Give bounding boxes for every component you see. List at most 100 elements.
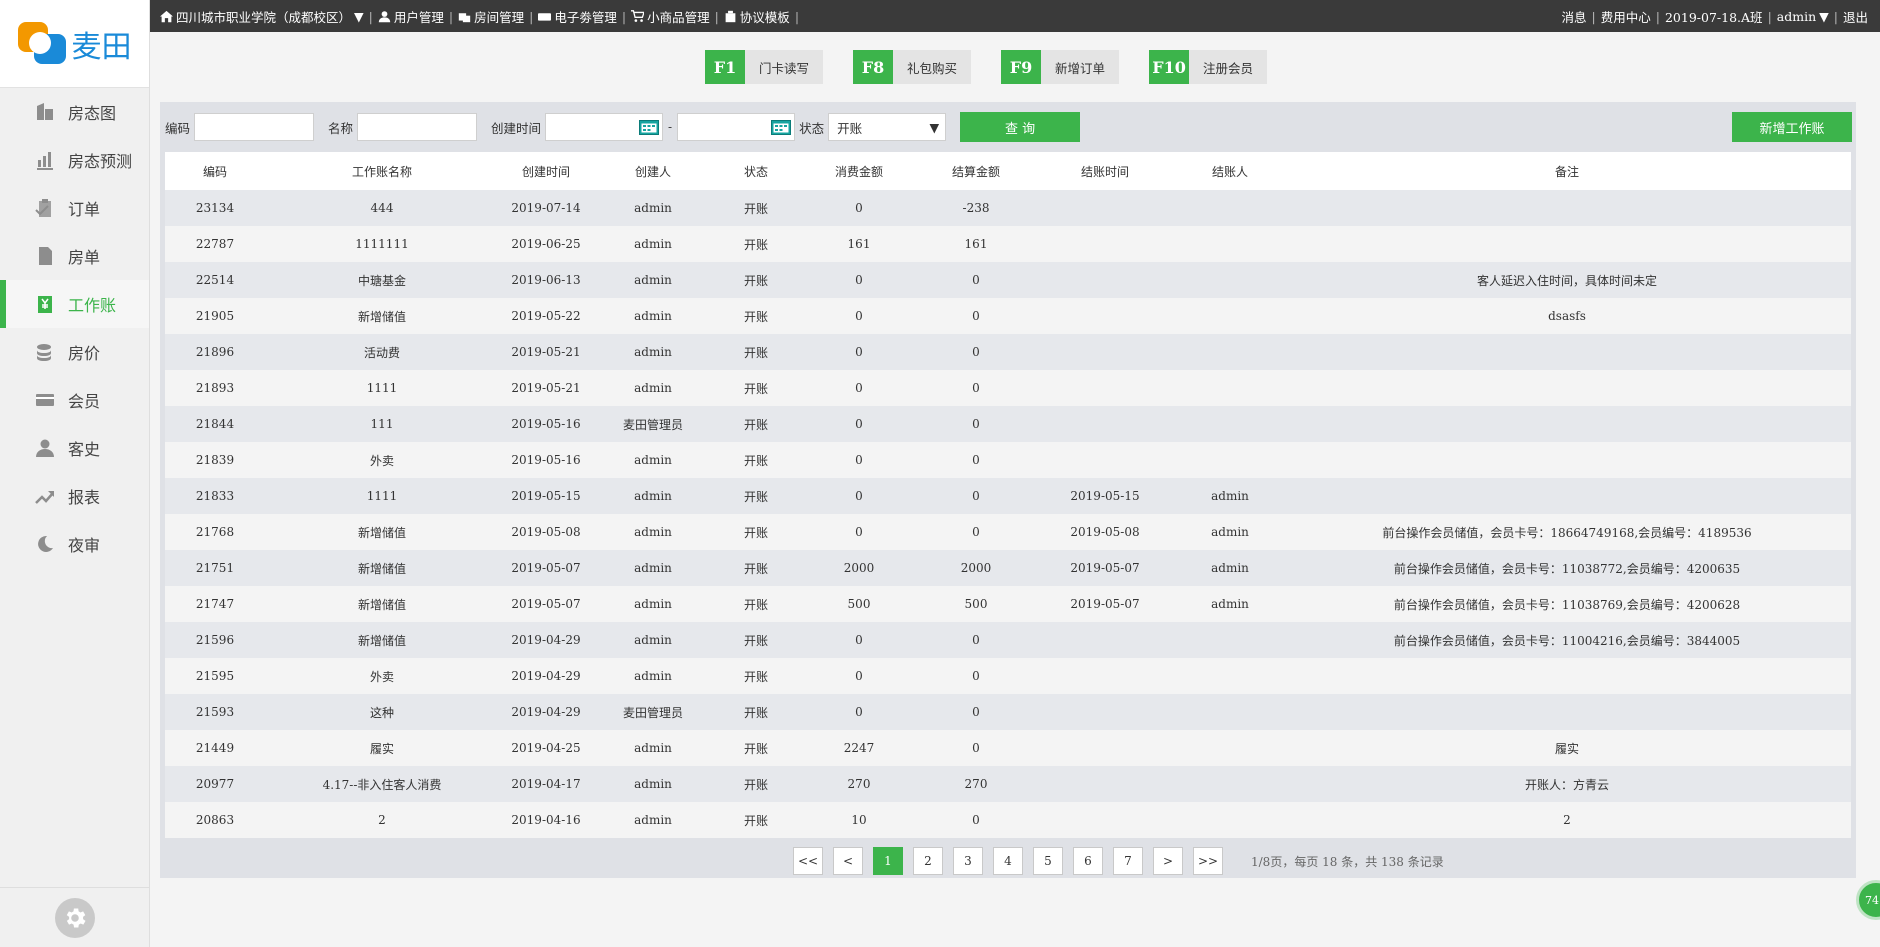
page-button[interactable]: 3 — [953, 847, 983, 875]
hotkey-f8-button[interactable]: F8 礼包购买 — [853, 50, 972, 84]
table-cell: admin — [634, 633, 672, 647]
table-cell: 0 — [972, 273, 980, 287]
name-input[interactable] — [357, 113, 478, 141]
table-row[interactable]: 21833 1111 2019-05-15 admin 开账 0 0 2019-05-15 ad… — [165, 478, 1851, 514]
table-cell: admin — [634, 741, 672, 755]
table-row[interactable]: 21595 外卖 2019-04-29 admin 开账 0 0 — [165, 658, 1851, 694]
table-cell: 开账 — [743, 309, 768, 324]
hotkey-f10-button[interactable]: F10 注册会员 — [1149, 50, 1268, 84]
page-button[interactable]: 6 — [1073, 847, 1103, 875]
sidebar-item-2[interactable]: 订单 — [0, 184, 149, 232]
hotel-selector[interactable]: 四川城市职业学院（成都校区） ▼ — [160, 7, 364, 26]
page-button[interactable]: 4 — [993, 847, 1023, 875]
table-cell: 1111 — [366, 381, 398, 395]
sidebar-item-1[interactable]: 房态预测 — [0, 136, 149, 184]
table-row[interactable]: 21896 活动费 2019-05-21 admin 开账 0 0 — [165, 334, 1851, 370]
table-row[interactable]: 21593 这种 2019-04-29 麦田管理员 开账 0 0 — [165, 694, 1851, 730]
table-row[interactable]: 22787 1111111 2019-06-25 admin 开账 161 161 — [165, 226, 1851, 262]
column-header[interactable]: 工作账名称 — [265, 163, 499, 180]
table-row[interactable]: 21751 新增储值 2019-05-07 admin 开账 2000 2000 2019-0… — [165, 550, 1851, 586]
column-header[interactable]: 结账人 — [1177, 163, 1283, 180]
user-menu[interactable]: admin ▼ — [1777, 9, 1829, 24]
calendar-icon[interactable] — [771, 120, 792, 135]
sidebar-item-5[interactable]: 房价 — [0, 328, 149, 376]
column-header[interactable]: 消费金额 — [799, 163, 919, 180]
table-cell: 开账 — [743, 273, 768, 288]
table-row[interactable]: 21449 履实 2019-04-25 admin 开账 2247 0 履实 — [165, 730, 1851, 766]
floating-badge[interactable]: 74 — [1856, 880, 1880, 920]
table-row[interactable]: 21768 新增储值 2019-05-08 admin 开账 0 0 2019-05-08 ad… — [165, 514, 1851, 550]
settings-button[interactable] — [55, 897, 95, 938]
table-cell: 21751 — [195, 561, 235, 575]
table-cell: 0 — [855, 309, 863, 323]
table-row[interactable]: 21844 111 2019-05-16 麦田管理员 开账 0 0 — [165, 406, 1851, 442]
sidebar-item-9[interactable]: 夜审 — [0, 520, 149, 568]
table-cell: 0 — [972, 669, 980, 683]
sidebar-item-0[interactable]: 房态图 — [0, 88, 149, 136]
table-row[interactable]: 20863 2 2019-04-16 admin 开账 10 0 2 — [165, 802, 1851, 838]
page-button[interactable]: >> — [1193, 847, 1223, 875]
nav-agreement-template[interactable]: 协议模板 — [724, 7, 790, 26]
table-row[interactable]: 21839 外卖 2019-05-16 admin 开账 0 0 — [165, 442, 1851, 478]
page-button[interactable]: 7 — [1113, 847, 1143, 875]
hotkey-f1-button[interactable]: F1 门卡读写 — [705, 50, 824, 84]
table-row[interactable]: 21596 新增储值 2019-04-29 admin 开账 0 0 前台操作会员储值，会员卡… — [165, 622, 1851, 658]
table-cell: 2019-05-08 — [1070, 525, 1140, 539]
table-row[interactable]: 20977 4.17--非入住客人消费 2019-04-17 admin 开账 270 27… — [165, 766, 1851, 802]
start-date-input[interactable] — [545, 113, 664, 141]
fee-center-link[interactable]: 费用中心 — [1601, 7, 1651, 26]
column-header[interactable]: 备注 — [1283, 163, 1851, 180]
column-header[interactable]: 创建时间 — [499, 163, 593, 180]
table-cell: admin — [1211, 597, 1249, 611]
nav-coupon-management[interactable]: 电子劵管理 — [538, 7, 617, 26]
table-row[interactable]: 22514 中瑭基金 2019-06-13 admin 开账 0 0 客人延迟入住时间，具体时… — [165, 262, 1851, 298]
column-header[interactable]: 编码 — [165, 163, 265, 180]
code-input[interactable] — [194, 113, 315, 141]
page-button[interactable]: 1 — [873, 847, 903, 875]
end-date-input[interactable] — [677, 113, 796, 141]
logo[interactable]: 麦田 — [0, 0, 149, 88]
sidebar-item-4[interactable]: 工作账 — [0, 280, 149, 328]
calendar-icon[interactable] — [639, 120, 660, 135]
sidebar-item-7[interactable]: 客史 — [0, 424, 149, 472]
hotkey-f9-button[interactable]: F9 新增订单 — [1001, 50, 1120, 84]
page-button[interactable]: << — [793, 847, 823, 875]
table-cell: 新增储值 — [357, 561, 406, 576]
page-button[interactable]: 5 — [1033, 847, 1063, 875]
column-header[interactable]: 状态 — [713, 163, 799, 180]
nav-room-management[interactable]: 房间管理 — [458, 7, 524, 26]
table-row[interactable]: 21747 新增储值 2019-05-07 admin 开账 500 500 2019-05-… — [165, 586, 1851, 622]
table-cell: 开账 — [743, 453, 768, 468]
table-cell: 0 — [855, 345, 863, 359]
table-cell: 履实 — [1554, 741, 1579, 756]
table-cell: 开账 — [743, 525, 768, 540]
bar-chart-icon — [34, 149, 56, 171]
table-cell: 2019-04-29 — [511, 633, 581, 647]
column-header[interactable]: 结算金额 — [919, 163, 1033, 180]
table-row[interactable]: 21905 新增储值 2019-05-22 admin 开账 0 0 dsasfs — [165, 298, 1851, 334]
table-cell: 23134 — [195, 201, 235, 215]
column-header[interactable]: 结账时间 — [1033, 163, 1177, 180]
table-cell: 1111111 — [355, 237, 409, 251]
sidebar-item-3[interactable]: 房单 — [0, 232, 149, 280]
messages-link[interactable]: 消息 — [1562, 7, 1587, 26]
page-button[interactable]: < — [833, 847, 863, 875]
table-row[interactable]: 21893 1111 2019-05-21 admin 开账 0 0 — [165, 370, 1851, 406]
nav-user-management[interactable]: 用户管理 — [378, 7, 444, 26]
table-cell: 0 — [972, 309, 980, 323]
nav-goods-management[interactable]: 小商品管理 — [631, 7, 710, 26]
sidebar-footer — [0, 887, 150, 947]
page-button[interactable]: > — [1153, 847, 1183, 875]
page-button[interactable]: 2 — [913, 847, 943, 875]
sidebar-item-6[interactable]: 会员 — [0, 376, 149, 424]
chevron-down-icon: ▼ — [1819, 8, 1829, 24]
column-header[interactable]: 创建人 — [593, 163, 713, 180]
table-row[interactable]: 23134 444 2019-07-14 admin 开账 0 -238 — [165, 190, 1851, 226]
card-icon — [34, 389, 56, 411]
logout-link[interactable]: 退出 — [1843, 7, 1868, 26]
query-button[interactable]: 查 询 — [960, 112, 1081, 142]
new-work-account-button[interactable]: 新增工作账 — [1732, 112, 1852, 142]
status-select[interactable]: 开账 ▼ — [828, 113, 947, 141]
table-cell: 2 — [378, 813, 386, 827]
sidebar-item-8[interactable]: 报表 — [0, 472, 149, 520]
